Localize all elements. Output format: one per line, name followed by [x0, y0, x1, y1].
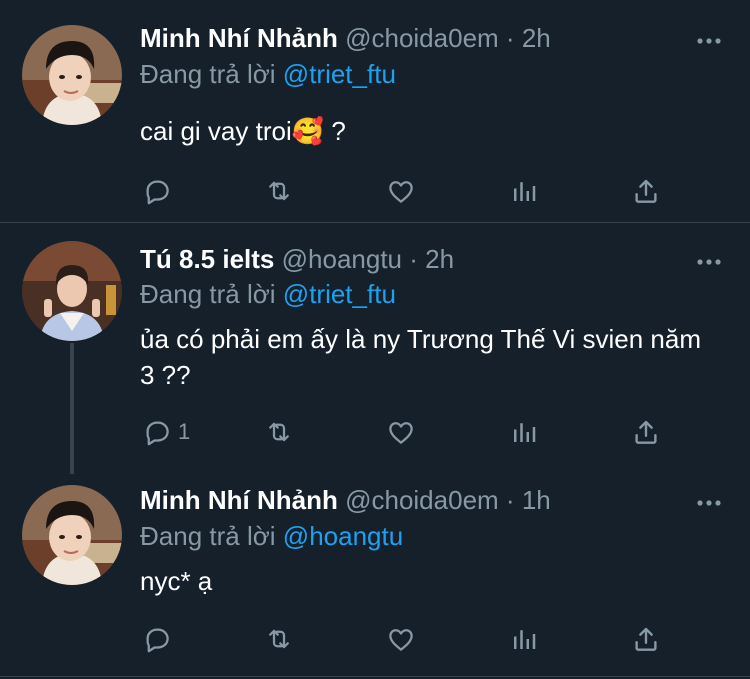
avatar[interactable] — [22, 485, 122, 585]
action-bar — [140, 171, 740, 211]
retweet-button[interactable] — [264, 171, 294, 211]
more-dots-icon[interactable] — [695, 495, 723, 505]
speech-bubble-icon — [142, 176, 172, 206]
timestamp[interactable]: 2h — [522, 23, 551, 53]
thread-line — [70, 343, 74, 474]
timestamp[interactable]: 2h — [425, 244, 454, 274]
display-name[interactable]: Minh Nhí Nhảnh — [140, 23, 338, 53]
avatar[interactable] — [22, 25, 122, 125]
replying-to-label: Đang trả lời — [140, 521, 276, 551]
separator-dot: · — [505, 23, 515, 53]
views-button[interactable] — [509, 412, 539, 452]
more-dots-icon[interactable] — [695, 33, 723, 43]
speech-bubble-icon — [142, 417, 172, 447]
heart-icon — [386, 624, 416, 654]
avatar[interactable] — [22, 241, 122, 341]
tweet-2[interactable]: Tú 8.5 ielts @hoangtu · 2h Đang trả lời … — [0, 223, 750, 474]
share-button[interactable] — [631, 412, 661, 452]
views-button[interactable] — [509, 619, 539, 659]
retweet-button[interactable] — [264, 412, 294, 452]
timestamp[interactable]: 1h — [522, 485, 551, 515]
mention-link[interactable]: @triet_ftu — [283, 59, 396, 89]
retweet-icon — [264, 417, 294, 447]
like-button[interactable] — [386, 619, 416, 659]
action-bar: 1 — [140, 412, 740, 452]
share-button[interactable] — [631, 619, 661, 659]
share-upload-icon — [631, 417, 661, 447]
user-handle[interactable]: @choida0em — [345, 485, 499, 515]
replying-to: Đang trả lời @triet_ftu — [140, 57, 396, 91]
bar-chart-icon — [509, 176, 539, 206]
separator-dot: · — [409, 244, 418, 274]
bar-chart-icon — [509, 624, 539, 654]
replying-to-label: Đang trả lời — [140, 279, 276, 309]
views-button[interactable] — [509, 171, 539, 211]
share-button[interactable] — [631, 171, 661, 211]
replying-to: Đang trả lời @hoangtu — [140, 519, 403, 553]
tweet-1[interactable]: Minh Nhí Nhảnh @choida0em · 2h Đang trả … — [0, 0, 750, 222]
reply-count: 1 — [178, 419, 191, 444]
tweet-3[interactable]: Minh Nhí Nhảnh @choida0em · 1h Đang trả … — [0, 473, 750, 679]
tweet-header: Minh Nhí Nhảnh @choida0em · 1h — [140, 483, 551, 517]
share-upload-icon — [631, 624, 661, 654]
heart-icon — [386, 176, 416, 206]
tweet-header: Minh Nhí Nhảnh @choida0em · 2h — [140, 21, 551, 55]
retweet-button[interactable] — [264, 619, 294, 659]
retweet-icon — [264, 176, 294, 206]
share-upload-icon — [631, 176, 661, 206]
tweet-text: cai gi vay troi🥰 ? — [140, 116, 346, 146]
action-bar — [140, 619, 740, 659]
like-button[interactable] — [386, 171, 416, 211]
heart-icon — [386, 417, 416, 447]
user-handle[interactable]: @hoangtu — [282, 244, 402, 274]
display-name[interactable]: Minh Nhí Nhảnh — [140, 485, 338, 515]
user-handle[interactable]: @choida0em — [345, 23, 499, 53]
more-dots-icon[interactable] — [695, 254, 723, 264]
display-name[interactable]: Tú 8.5 ielts — [140, 244, 274, 274]
bar-chart-icon — [509, 417, 539, 447]
reply-button[interactable] — [142, 619, 178, 659]
speech-bubble-icon — [142, 624, 172, 654]
mention-link[interactable]: @triet_ftu — [283, 279, 396, 309]
separator-dot: · — [505, 485, 515, 515]
mention-link[interactable]: @hoangtu — [283, 521, 403, 551]
replying-to: Đang trả lời @triet_ftu — [140, 277, 396, 311]
divider — [0, 676, 750, 677]
reply-button[interactable]: 1 — [142, 412, 190, 452]
tweet-text: ủa có phải em ấy là ny Trương Thế Vi svi… — [140, 324, 702, 390]
like-button[interactable] — [386, 412, 416, 452]
tweet-header: Tú 8.5 ielts @hoangtu · 2h — [140, 242, 454, 276]
retweet-icon — [264, 624, 294, 654]
reply-button[interactable] — [142, 171, 178, 211]
replying-to-label: Đang trả lời — [140, 59, 276, 89]
tweet-text: nyc* ạ — [140, 566, 213, 596]
